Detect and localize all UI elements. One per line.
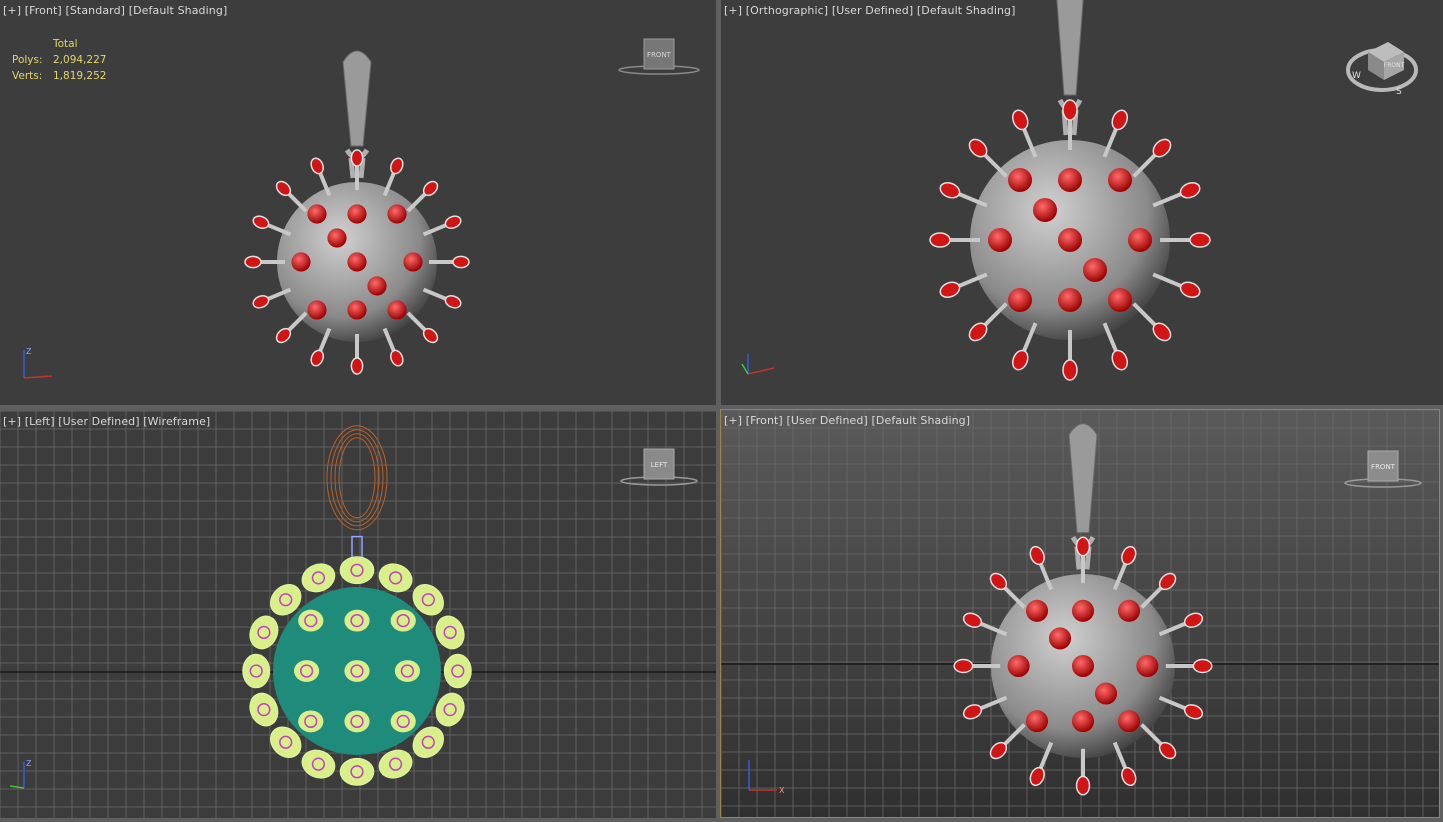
viewport-menu-plus[interactable]: [+]: [724, 414, 742, 427]
nav-cube-face-label: FRONT: [1384, 62, 1405, 69]
virus-pendant-model: [929, 0, 1211, 381]
axis-tripod: Z: [9, 759, 32, 789]
view-cube[interactable]: FRONT W S: [1346, 42, 1418, 97]
nav-cube-face-label: FRONT: [1371, 463, 1396, 471]
viewport-label[interactable]: [+] [Front] [User Defined] [Default Shad…: [724, 414, 970, 427]
viewport-mode-label[interactable]: [User Defined]: [786, 414, 867, 427]
viewport-render: LEFT Z: [0, 411, 716, 818]
viewport-view-label[interactable]: [Left]: [25, 415, 55, 428]
viewport-orthographic-top-right[interactable]: [+] [Orthographic] [User Defined] [Defau…: [721, 0, 1443, 405]
viewport-front-top-left[interactable]: [+] [Front] [Standard] [Default Shading]…: [0, 0, 716, 405]
nav-cube-face-label: LEFT: [651, 461, 668, 469]
viewport-render: FRONT Z: [23, 38, 700, 379]
axis-x-label: X: [779, 786, 785, 795]
nav-cube-face-label: FRONT: [647, 51, 672, 59]
viewport-render: FRONT W S: [741, 0, 1418, 381]
viewport-shading-label[interactable]: [Wireframe]: [143, 415, 210, 428]
viewport-shading-label[interactable]: [Default Shading]: [872, 414, 971, 427]
wireframe-model: [242, 425, 472, 786]
axis-z-label: Z: [26, 759, 32, 768]
viewport-label[interactable]: [+] [Left] [User Defined] [Wireframe]: [3, 415, 210, 428]
viewport-menu-plus[interactable]: [+]: [3, 415, 21, 428]
axis-tripod: X: [748, 760, 785, 795]
axis-tripod: [741, 354, 775, 375]
viewport-view-label[interactable]: [Front]: [746, 414, 783, 427]
virus-pendant-model: [244, 50, 470, 375]
axis-z-label: Z: [26, 347, 32, 356]
viewport-front-bottom-right-active[interactable]: FRONT X [+] [Front] [User Defined] [Defa…: [720, 409, 1440, 818]
nav-cube[interactable]: FRONT: [618, 38, 700, 75]
viewport-left-bottom-left[interactable]: LEFT Z [+] [Left] [User Defined] [Wirefr…: [0, 411, 716, 818]
compass-s-label: S: [1396, 87, 1402, 97]
compass-w-label: W: [1352, 71, 1361, 81]
nav-cube[interactable]: LEFT: [620, 448, 698, 486]
axis-tripod: Z: [23, 347, 53, 379]
viewport-mode-label[interactable]: [User Defined]: [58, 415, 139, 428]
viewport-render: FRONT X: [721, 410, 1439, 817]
virus-pendant-model: [953, 423, 1213, 796]
